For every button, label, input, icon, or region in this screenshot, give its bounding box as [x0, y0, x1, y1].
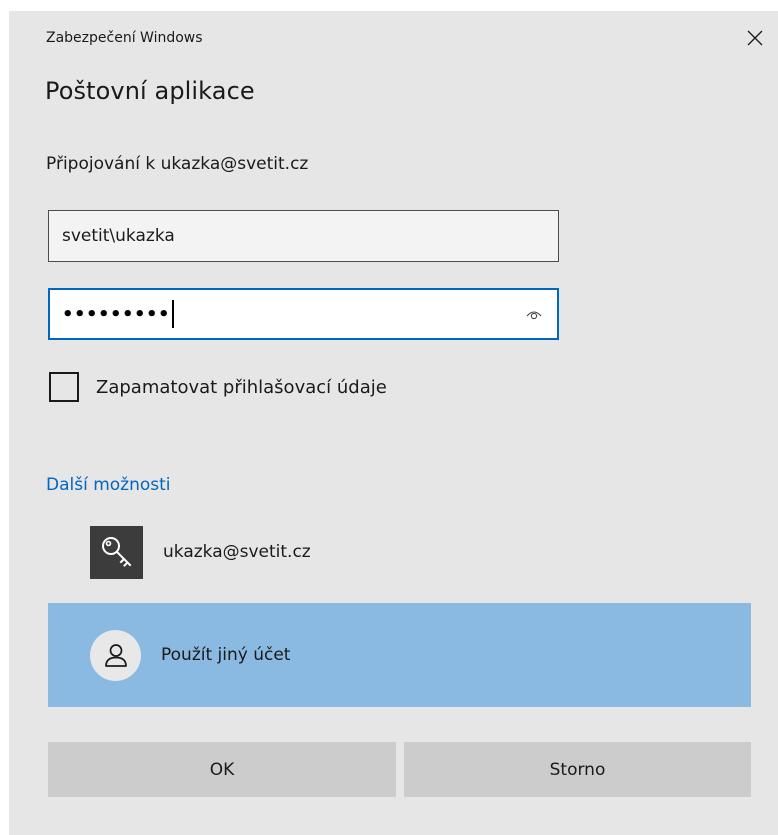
person-icon: [104, 644, 127, 667]
key-icon: [101, 537, 131, 567]
cancel-button[interactable]: Storno: [404, 742, 751, 797]
remember-credentials-label: Zapamatovat přihlašovací údaje: [96, 376, 387, 398]
ok-button[interactable]: OK: [48, 742, 396, 797]
password-field[interactable]: •••••••••: [48, 288, 559, 340]
username-value: svetit\ukazka: [62, 226, 175, 246]
connecting-to-text: Připojování k ukazka@svetit.cz: [46, 154, 309, 174]
key-tile: [90, 525, 143, 579]
other-account-label: Použít jiný účet: [161, 645, 291, 665]
close-icon: [747, 30, 763, 46]
window-caption: Zabezpečení Windows: [46, 30, 203, 46]
more-options-link[interactable]: Další možnosti: [46, 475, 171, 495]
security-dialog: Zabezpečení Windows Poštovní aplikace Př…: [9, 11, 778, 835]
remember-credentials-checkbox[interactable]: Zapamatovat přihlašovací údaje: [49, 372, 387, 402]
close-button[interactable]: [732, 21, 778, 55]
password-mask: •••••••••: [62, 303, 171, 325]
person-avatar: [90, 629, 141, 681]
text-caret: [172, 300, 175, 328]
saved-account-label: ukazka@svetit.cz: [163, 542, 311, 562]
username-field[interactable]: svetit\ukazka: [48, 210, 559, 262]
eye-icon[interactable]: [525, 305, 543, 323]
account-option-other[interactable]: Použít jiný účet: [48, 603, 751, 707]
checkbox-box[interactable]: [49, 372, 79, 402]
dialog-title: Poštovní aplikace: [45, 77, 255, 105]
account-option-saved[interactable]: ukazka@svetit.cz: [48, 500, 751, 604]
